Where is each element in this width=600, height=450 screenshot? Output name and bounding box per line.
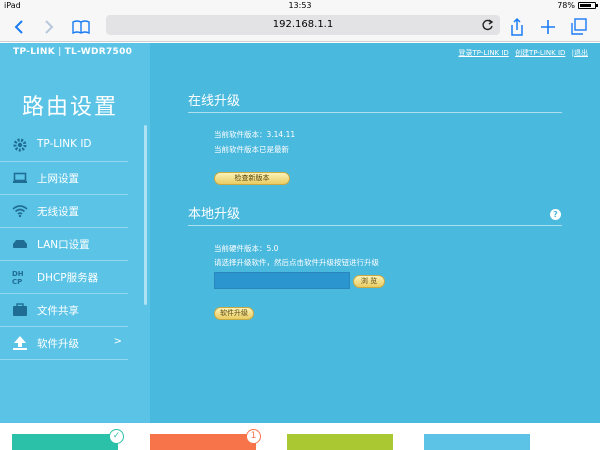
- folder-icon: [13, 303, 27, 316]
- online-upgrade-title: 在线升级: [188, 94, 241, 109]
- local-upgrade-title: 本地升级: [188, 207, 241, 222]
- sidebar-item-label: LAN口设置: [37, 239, 90, 251]
- sidebar-item-internet[interactable]: 上网设置: [0, 162, 128, 195]
- status-tile[interactable]: [150, 434, 256, 450]
- login-link[interactable]: 登录TP-LINK ID: [458, 49, 508, 57]
- dhcp-icon: DHCP: [12, 270, 24, 285]
- sidebar-item-label: 无线设置: [37, 206, 79, 218]
- status-tile[interactable]: [12, 434, 118, 450]
- ios-status-bar: iPad 13:53 78%: [0, 0, 600, 12]
- tabs-icon: [571, 18, 587, 35]
- account-links: 登录TP-LINK ID 创建TP-LINK ID |退出: [454, 48, 588, 58]
- upgrade-instruction: 请选择升级软件，然后点击软件升级按钮进行升级: [214, 258, 379, 267]
- sidebar-nav: TP-LINK ID 上网设置 无线设置 LAN口设置 DH CP DHCP服务器…: [0, 129, 128, 360]
- sidebar-item-label: DHCP服务器: [37, 272, 99, 284]
- sidebar-item-dhcp[interactable]: DH CP DHCP服务器: [0, 261, 128, 294]
- divider: [188, 112, 562, 113]
- plus-icon: [541, 20, 555, 34]
- chevron-right-icon: [45, 20, 54, 34]
- back-button[interactable]: [8, 16, 30, 38]
- sidebar: TP-LINK | TL-WDR7500 路由设置 TP-LINK ID 上网设置 …: [0, 43, 150, 423]
- upload-icon: [13, 336, 27, 350]
- chevron-left-icon: [14, 20, 23, 34]
- battery-percent: 78%: [557, 1, 575, 10]
- status-tile[interactable]: [424, 434, 530, 450]
- sidebar-item-label: TP-LINK ID: [37, 138, 92, 150]
- sidebar-item-label: 软件升级: [37, 338, 79, 350]
- battery-status: 78%: [557, 1, 598, 10]
- alert-count-badge: 1: [246, 429, 261, 444]
- new-tab-button[interactable]: [537, 16, 559, 38]
- bookmarks-button[interactable]: [70, 16, 92, 38]
- address-bar[interactable]: 192.168.1.1: [106, 15, 500, 35]
- sidebar-scrollbar[interactable]: [144, 125, 147, 305]
- gear-icon: [13, 138, 27, 152]
- sidebar-item-tplink-id[interactable]: TP-LINK ID: [0, 129, 128, 162]
- share-icon: [511, 17, 523, 36]
- router-admin-page: TP-LINK | TL-WDR7500 路由设置 TP-LINK ID 上网设置 …: [0, 43, 600, 423]
- sidebar-item-label: 文件共享: [37, 305, 79, 317]
- laptop-icon: [13, 172, 27, 183]
- main-content: 登录TP-LINK ID 创建TP-LINK ID |退出 在线升级 当前软件版…: [150, 43, 600, 423]
- sidebar-item-wireless[interactable]: 无线设置: [0, 195, 128, 228]
- battery-icon: [578, 2, 598, 9]
- sidebar-title: 路由设置: [22, 95, 119, 120]
- check-icon: ✓: [109, 429, 124, 444]
- share-button[interactable]: [506, 16, 528, 38]
- sidebar-item-firmware-upgrade[interactable]: 软件升级 >: [0, 327, 128, 360]
- create-id-link[interactable]: 创建TP-LINK ID: [515, 49, 565, 57]
- chevron-right-icon: >: [113, 336, 122, 347]
- status-tiles: ✓ 1: [0, 423, 600, 450]
- hardware-version: 当前硬件版本：5.0: [214, 244, 279, 253]
- brand-name: TP-LINK: [13, 47, 56, 57]
- current-software-version: 当前软件版本：3.14.11: [214, 130, 296, 139]
- upgrade-button[interactable]: 软件升级: [214, 307, 254, 320]
- divider: [188, 225, 562, 226]
- logout-link[interactable]: |退出: [572, 49, 588, 57]
- svg-text:DH: DH: [12, 270, 24, 278]
- url-text: 192.168.1.1: [272, 19, 334, 30]
- tabs-button[interactable]: [568, 16, 590, 38]
- forward-button[interactable]: [38, 16, 60, 38]
- check-update-button[interactable]: 检查新版本: [214, 172, 290, 185]
- reload-icon[interactable]: [482, 18, 494, 32]
- svg-text:CP: CP: [12, 278, 22, 285]
- firmware-file-field[interactable]: [214, 272, 350, 289]
- version-status: 当前软件版本已是最新: [214, 145, 289, 154]
- sidebar-item-lan[interactable]: LAN口设置: [0, 228, 128, 261]
- sidebar-item-label: 上网设置: [37, 173, 79, 185]
- sidebar-item-file-share[interactable]: 文件共享: [0, 294, 128, 327]
- browse-button[interactable]: 浏 览: [353, 275, 385, 288]
- model-name: TL-WDR7500: [64, 47, 133, 57]
- wifi-icon: [12, 205, 28, 218]
- clock: 13:53: [288, 1, 312, 10]
- router-icon: [13, 240, 27, 248]
- brand-logo: TP-LINK | TL-WDR7500: [13, 47, 133, 57]
- browser-toolbar: 192.168.1.1: [0, 12, 600, 42]
- status-tile[interactable]: [287, 434, 393, 450]
- book-icon: [72, 20, 90, 35]
- help-icon[interactable]: ?: [550, 209, 561, 220]
